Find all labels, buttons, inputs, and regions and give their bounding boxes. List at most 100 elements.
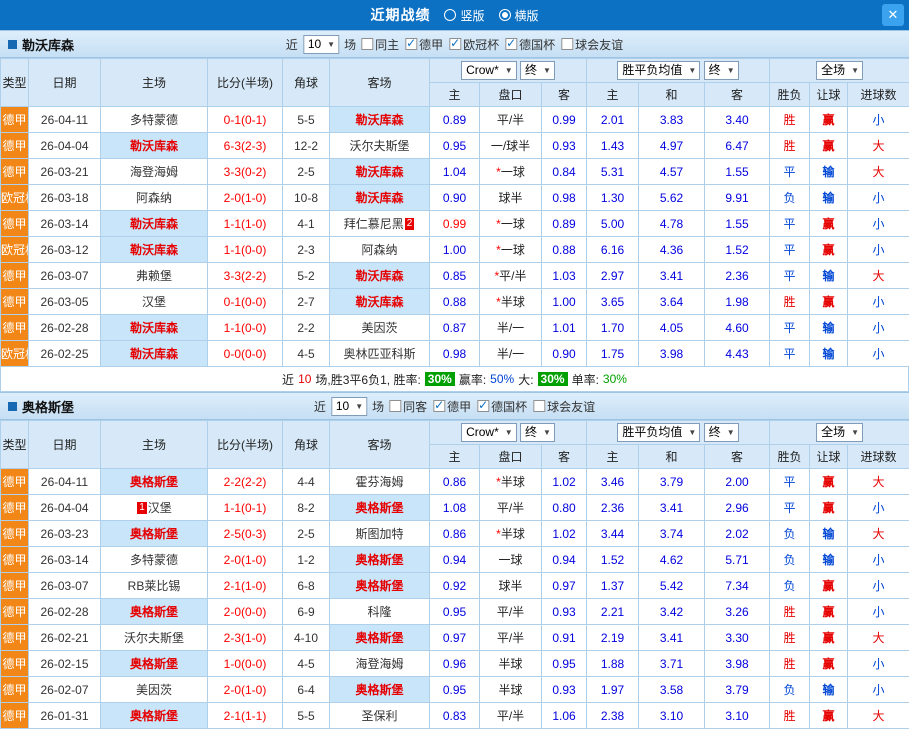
radio-vertical-layout[interactable]: 竖版	[444, 7, 484, 24]
checkbox-checked-icon[interactable]	[477, 400, 489, 412]
col-away: 客场	[330, 59, 430, 107]
checkbox-checked-icon[interactable]	[449, 38, 461, 50]
score: 1-1(1-0)	[208, 211, 283, 237]
sub-col-euro-away: 客	[705, 445, 770, 469]
checkbox-checked-icon[interactable]	[505, 38, 517, 50]
handicap-result: 赢	[810, 703, 848, 729]
score: 2-0(0-0)	[208, 599, 283, 625]
match-result: 胜	[770, 133, 810, 159]
euro-odds-select[interactable]: 胜平负均值▼	[617, 61, 700, 80]
euro-draw-odds: 4.36	[639, 237, 705, 263]
handicap: 半球	[480, 677, 542, 703]
checkbox-label: 德国杯	[519, 36, 555, 53]
filter-checkbox-同主[interactable]: 同主	[361, 36, 399, 53]
euro-home-odds: 5.00	[587, 211, 639, 237]
final-euro-select[interactable]: 终▼	[704, 61, 739, 80]
near-label: 近	[314, 398, 326, 415]
checkbox-icon[interactable]	[561, 38, 573, 50]
final-euro-select[interactable]: 终▼	[704, 423, 739, 442]
handicap-result: 输	[810, 159, 848, 185]
final-odds-select[interactable]: 终▼	[520, 61, 555, 80]
handicap-result: 输	[810, 263, 848, 289]
filter-checkbox-德甲[interactable]: 德甲	[433, 398, 471, 415]
sub-col-euro-home: 主	[587, 445, 639, 469]
filter-checkbox-球会友谊[interactable]: 球会友谊	[561, 36, 623, 53]
filter-checkbox-德甲[interactable]: 德甲	[405, 36, 443, 53]
match-date: 26-03-07	[29, 263, 101, 289]
bookmaker-select[interactable]: Crow*▼	[461, 423, 517, 442]
table-row: 德甲 26-03-07 RB莱比锡 2-1(1-0) 6-8 奥格斯堡 0.92…	[1, 573, 909, 599]
away-team: 奥格斯堡	[330, 547, 430, 573]
bookmaker-select[interactable]: Crow*▼	[461, 61, 517, 80]
odd-label: 单率:	[572, 371, 599, 388]
handicap-result: 输	[810, 521, 848, 547]
away-team: 霍芬海姆	[330, 469, 430, 495]
asian-home-odds: 1.08	[430, 495, 480, 521]
table-row: 欧冠杯 26-03-18 阿森纳 2-0(1-0) 10-8 勒沃库森 0.90…	[1, 185, 909, 211]
matches-label: 场	[344, 36, 356, 53]
radio-selected-icon[interactable]	[499, 9, 511, 21]
corner-count: 5-2	[283, 263, 330, 289]
team-name: 勒沃库森	[22, 35, 74, 54]
goals-result: 大	[848, 703, 909, 729]
match-date: 26-04-11	[29, 107, 101, 133]
col-type: 类型	[1, 59, 29, 107]
sub-col-result: 胜负	[770, 83, 810, 107]
filter-checkbox-德国杯[interactable]: 德国杯	[505, 36, 555, 53]
col-date: 日期	[29, 421, 101, 469]
checkbox-checked-icon[interactable]	[433, 400, 445, 412]
checkbox-icon[interactable]	[533, 400, 545, 412]
close-button[interactable]: ✕	[882, 4, 904, 26]
sub-col-asian-home: 主	[430, 445, 480, 469]
asian-odds-header: Crow*▼ 终▼	[430, 421, 587, 445]
checkbox-label: 德甲	[447, 398, 471, 415]
scope-select[interactable]: 全场▼	[816, 423, 863, 442]
goals-result: 小	[848, 573, 909, 599]
asian-away-odds: 1.02	[542, 521, 587, 547]
fulltime-header: 全场▼	[770, 421, 909, 445]
corner-count: 2-2	[283, 315, 330, 341]
checkbox-icon[interactable]	[389, 400, 401, 412]
league-type: 德甲	[1, 573, 29, 599]
handicap: 半球	[480, 651, 542, 677]
table-row: 德甲 26-02-21 沃尔夫斯堡 2-3(1-0) 4-10 奥格斯堡 0.9…	[1, 625, 909, 651]
asian-away-odds: 0.94	[542, 547, 587, 573]
final-odds-select[interactable]: 终▼	[520, 423, 555, 442]
checkbox-checked-icon[interactable]	[405, 38, 417, 50]
asian-away-odds: 0.89	[542, 211, 587, 237]
match-count-select[interactable]: 10 ▼	[331, 397, 367, 416]
checkbox-label: 德甲	[419, 36, 443, 53]
euro-away-odds: 2.02	[705, 521, 770, 547]
filter-checkbox-球会友谊[interactable]: 球会友谊	[533, 398, 595, 415]
handicap-result: 赢	[810, 599, 848, 625]
match-date: 26-03-18	[29, 185, 101, 211]
euro-odds-select[interactable]: 胜平负均值▼	[617, 423, 700, 442]
team-bullet-icon	[8, 40, 17, 49]
euro-away-odds: 1.55	[705, 211, 770, 237]
summary-record: 场,胜3平6负1, 胜率:	[315, 371, 420, 388]
match-result: 胜	[770, 625, 810, 651]
asian-home-odds: 0.99	[430, 211, 480, 237]
team-title: 奥格斯堡	[8, 397, 74, 416]
away-team: 勒沃库森	[330, 107, 430, 133]
asian-home-odds: 1.04	[430, 159, 480, 185]
asian-away-odds: 0.99	[542, 107, 587, 133]
team-bullet-icon	[8, 402, 17, 411]
match-result: 胜	[770, 651, 810, 677]
away-team: 勒沃库森	[330, 185, 430, 211]
filter-checkbox-德国杯[interactable]: 德国杯	[477, 398, 527, 415]
asian-away-odds: 0.97	[542, 573, 587, 599]
euro-away-odds: 3.98	[705, 651, 770, 677]
radio-horizontal-layout[interactable]: 横版	[499, 7, 539, 24]
checkbox-icon[interactable]	[361, 38, 373, 50]
euro-odds-header: 胜平负均值▼ 终▼	[587, 421, 770, 445]
asian-away-odds: 0.95	[542, 651, 587, 677]
sub-col-let: 让球	[810, 445, 848, 469]
scope-select[interactable]: 全场▼	[816, 61, 863, 80]
match-count-select[interactable]: 10 ▼	[303, 35, 339, 54]
filter-checkbox-同客[interactable]: 同客	[389, 398, 427, 415]
radio-icon[interactable]	[444, 9, 456, 21]
match-date: 26-04-11	[29, 469, 101, 495]
filter-checkbox-欧冠杯[interactable]: 欧冠杯	[449, 36, 499, 53]
euro-draw-odds: 3.42	[639, 599, 705, 625]
